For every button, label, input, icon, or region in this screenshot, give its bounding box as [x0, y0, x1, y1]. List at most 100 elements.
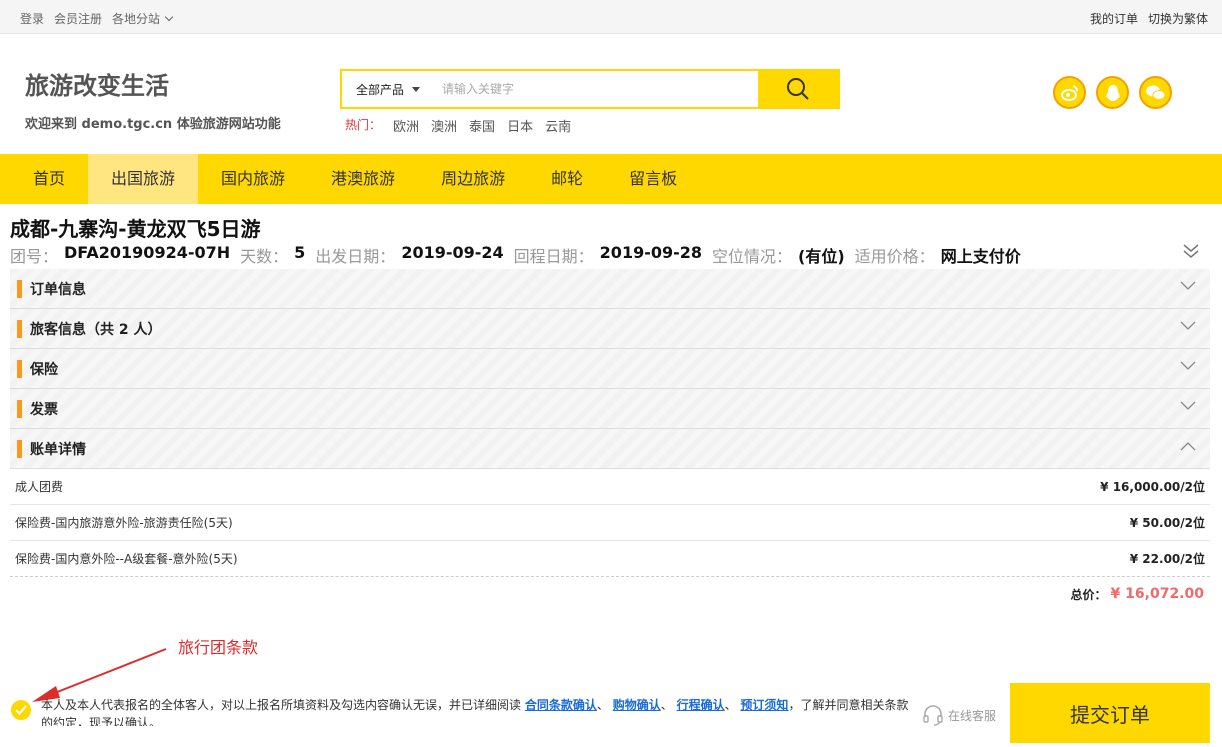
product-title: 成都-九寨沟-黄龙双飞5日游 — [10, 217, 261, 241]
bill-item: 保险费-国内旅游意外险-旅游责任险(5天) — [15, 516, 233, 530]
section-invoice[interactable]: 发票 — [10, 389, 1210, 429]
section-title: 发票 — [30, 401, 58, 418]
chevron-up-icon — [1180, 442, 1196, 451]
return-date: 2019-09-28 — [599, 243, 703, 262]
section-title: 订单信息 — [30, 281, 86, 298]
login-link[interactable]: 登录 — [20, 10, 44, 27]
booking-notice-link[interactable]: 预订须知 — [740, 698, 788, 712]
section-bill-details[interactable]: 账单详情 — [10, 429, 1210, 469]
register-link[interactable]: 会员注册 — [54, 10, 102, 27]
hot-keyword[interactable]: 泰国 — [469, 116, 495, 135]
nav-item-outbound[interactable]: 出国旅游 — [88, 154, 199, 204]
bill-item: 保险费-国内意外险--A级套餐-意外险(5天) — [15, 552, 238, 566]
caret-down-icon — [412, 86, 421, 92]
bill-item: 成人团费 — [15, 480, 64, 494]
nav-item-nearby[interactable]: 周边旅游 — [418, 154, 528, 204]
nav-item-hk-macau[interactable]: 港澳旅游 — [308, 154, 418, 204]
itinerary-confirm-link[interactable]: 行程确认 — [677, 698, 725, 712]
search-input[interactable] — [432, 71, 758, 107]
separator: 、 — [660, 698, 673, 712]
online-service-label: 在线客服 — [948, 708, 997, 723]
bill-amount: ¥ 16,000.00/2位 — [1100, 480, 1205, 494]
brand: 旅游改变生活 欢迎来到 demo.tgc.cn 体验旅游网站功能 — [25, 66, 281, 132]
qq-glyph — [1106, 84, 1119, 101]
nav-item-guestbook[interactable]: 留言板 — [606, 154, 700, 204]
section-marker — [17, 399, 22, 418]
main-nav: 首页 出国旅游 国内旅游 港澳旅游 周边旅游 邮轮 留言板 — [0, 154, 1222, 204]
hot-keyword[interactable]: 欧洲 — [393, 116, 419, 135]
submit-order-button[interactable]: 提交订单 — [1010, 683, 1210, 743]
chevron-down-icon — [164, 12, 174, 22]
bill-amount: ¥ 50.00/2位 — [1129, 516, 1205, 530]
top-bar-right: 我的订单 切换为繁体 — [1090, 10, 1208, 27]
section-marker — [17, 439, 22, 458]
switch-traditional-link[interactable]: 切换为繁体 — [1148, 10, 1208, 27]
search-icon — [787, 78, 809, 100]
hot-keyword[interactable]: 云南 — [545, 116, 571, 135]
depart-date: 2019-09-24 — [401, 243, 504, 262]
weibo-icon[interactable] — [1053, 76, 1086, 109]
online-service-button[interactable]: 在线客服 — [922, 704, 996, 726]
bill-details: 成人团费 ¥ 16,000.00/2位 保险费-国内旅游意外险-旅游责任险(5天… — [10, 469, 1210, 611]
chevron-down-icon — [1180, 361, 1196, 370]
contract-terms-link[interactable]: 合同条款确认 — [525, 698, 597, 712]
order-sections: 订单信息 旅客信息（共 2 人） 保险 发票 账单详情 成人团费 ¥ 16,00… — [10, 269, 1210, 611]
section-marker — [17, 359, 22, 378]
seats-status: (有位) — [798, 247, 845, 266]
seats-label: 空位情况： — [712, 247, 793, 266]
section-marker — [17, 279, 22, 298]
separator: 、 — [596, 698, 609, 712]
section-insurance[interactable]: 保险 — [10, 349, 1210, 389]
section-marker — [17, 319, 22, 338]
agreement-text: 本人及本人代表报名的全体客人，对以上报名所填资料及勾选内容确认无误，并已详细阅读… — [41, 696, 911, 726]
hot-keyword[interactable]: 澳洲 — [431, 116, 457, 135]
shopping-confirm-link[interactable]: 购物确认 — [613, 698, 661, 712]
weibo-glyph — [1060, 84, 1078, 101]
bill-row: 保险费-国内意外险--A级套餐-意外险(5天) ¥ 22.00/2位 — [10, 541, 1210, 577]
nav-item-home[interactable]: 首页 — [10, 154, 88, 204]
branches-label: 各地分站 — [112, 12, 161, 26]
separator: 、 — [724, 698, 737, 712]
my-orders-link[interactable]: 我的订单 — [1090, 10, 1138, 27]
social-links — [1053, 76, 1172, 109]
search-box: 全部产品 — [340, 69, 840, 109]
hot-label: 热门： — [345, 118, 382, 132]
bill-total: 总价： ¥ 16,072.00 — [10, 577, 1210, 611]
chevron-down-icon — [1180, 321, 1196, 330]
total-label: 总价： — [1070, 587, 1107, 602]
wechat-icon[interactable] — [1139, 76, 1172, 109]
bill-row: 成人团费 ¥ 16,000.00/2位 — [10, 469, 1210, 505]
headset-icon — [923, 705, 943, 726]
search-category-label: 全部产品 — [356, 82, 405, 97]
agree-prefix: 本人及本人代表报名的全体客人，对以上报名所填资料及勾选内容确认无误，并已详细阅读 — [41, 698, 522, 712]
annotation-label: 旅行团条款 — [178, 638, 259, 657]
section-order-info[interactable]: 订单信息 — [10, 269, 1210, 309]
search-category-select[interactable]: 全部产品 — [342, 71, 432, 107]
hot-keyword[interactable]: 日本 — [507, 116, 533, 135]
top-bar-left: 登录 会员注册 各地分站 — [20, 10, 174, 27]
collapse-all-toggle[interactable] — [1182, 243, 1200, 263]
search-button[interactable] — [758, 71, 838, 107]
nav-item-cruise[interactable]: 邮轮 — [528, 154, 606, 204]
site-slogan[interactable]: 旅游改变生活 — [25, 66, 281, 101]
hot-keywords: 热门： 欧洲 澳洲 泰国 日本 云南 — [345, 116, 571, 135]
section-title: 旅客信息（共 2 人） — [30, 321, 162, 338]
price-type: 网上支付价 — [940, 247, 1021, 266]
check-icon — [15, 705, 27, 715]
total-value: ¥ 16,072.00 — [1110, 586, 1204, 602]
return-label: 回程日期： — [513, 247, 594, 266]
section-title: 账单详情 — [30, 441, 86, 458]
double-chevron-down-icon — [1183, 244, 1199, 258]
agree-checkbox[interactable] — [11, 700, 31, 720]
depart-label: 出发日期： — [315, 247, 396, 266]
product-meta: 团号： DFA20190924-07H 天数： 5 出发日期： 2019-09-24 … — [10, 243, 1025, 267]
bill-row: 保险费-国内旅游意外险-旅游责任险(5天) ¥ 50.00/2位 — [10, 505, 1210, 541]
nav-item-domestic[interactable]: 国内旅游 — [198, 154, 308, 204]
group-no-label: 团号： — [10, 247, 59, 266]
section-traveler-info[interactable]: 旅客信息（共 2 人） — [10, 309, 1210, 349]
days-label: 天数： — [240, 247, 289, 266]
qq-icon[interactable] — [1096, 76, 1129, 109]
section-title: 保险 — [30, 361, 58, 378]
price-label: 适用价格： — [854, 247, 935, 266]
branches-dropdown[interactable]: 各地分站 — [112, 10, 174, 27]
